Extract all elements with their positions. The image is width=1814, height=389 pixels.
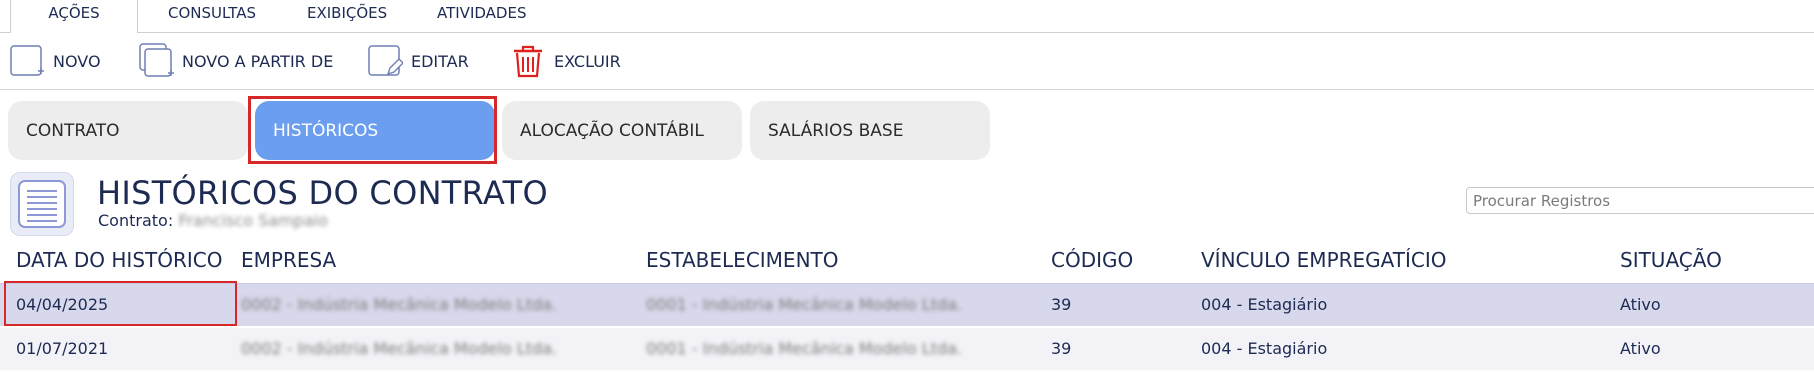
tab-consultas[interactable]: CONSULTAS (168, 0, 256, 32)
contract-subtitle: Contrato: Francisco Sampaio (98, 211, 328, 230)
cell-situacao: Ativo (1620, 339, 1661, 358)
column-header-vinculo-empregaticio[interactable]: VÍNCULO EMPREGATÍCIO (1201, 248, 1447, 272)
editar-button[interactable]: EDITAR (367, 41, 469, 81)
tab-atividades[interactable]: ATIVIDADES (437, 0, 526, 32)
novo-a-partir-de-label: NOVO A PARTIR DE (182, 51, 334, 71)
cell-empresa: 0002 - Indústria Mecânica Modelo Ltda. (241, 295, 558, 314)
novo-button[interactable]: NOVO (9, 41, 101, 81)
column-header-empresa[interactable]: EMPRESA (241, 248, 336, 272)
novo-a-partir-de-button[interactable]: NOVO A PARTIR DE (138, 41, 333, 81)
page-title: HISTÓRICOS DO CONTRATO (97, 174, 548, 212)
new-document-icon (10, 45, 44, 76)
column-header-data-do-historico[interactable]: DATA DO HISTÓRICO (16, 248, 222, 272)
cell-codigo: 39 (1051, 339, 1072, 358)
toolbar: NOVO NOVO A PARTIR DE EDITAR EXCLUIR (0, 33, 1814, 90)
document-list-icon (10, 172, 74, 236)
cell-codigo: 39 (1051, 295, 1072, 314)
table-row[interactable]: 01/07/2021 0002 - Indústria Mecânica Mod… (0, 328, 1814, 370)
contract-label: Contrato: (98, 211, 174, 230)
historicos-tab-highlight (248, 96, 497, 164)
cell-data-do-historico: 01/07/2021 (16, 339, 109, 358)
editar-label: EDITAR (411, 51, 469, 71)
cell-empresa: 0002 - Indústria Mecânica Modelo Ltda. (241, 339, 558, 358)
section-tab-contrato[interactable]: CONTRATO (8, 101, 248, 160)
cell-vinculo-empregaticio: 004 - Estagiário (1201, 295, 1328, 314)
table-row[interactable]: 04/04/2025 0002 - Indústria Mecânica Mod… (0, 283, 1814, 326)
copy-document-icon (139, 43, 174, 77)
cell-estabelecimento: 0001 - Indústria Mecânica Modelo Ltda. (646, 339, 963, 358)
menu-bar: AÇÕES CONSULTAS EXIBIÇÕES ATIVIDADES (0, 0, 1814, 33)
cell-estabelecimento: 0001 - Indústria Mecânica Modelo Ltda. (646, 295, 963, 314)
tab-exibicoes[interactable]: EXIBIÇÕES (307, 0, 387, 32)
novo-label: NOVO (53, 51, 101, 71)
section-tab-salarios-base[interactable]: SALÁRIOS BASE (750, 101, 990, 160)
column-header-estabelecimento[interactable]: ESTABELECIMENTO (646, 248, 839, 272)
section-tab-alocacao-contabil[interactable]: ALOCAÇÃO CONTÁBIL (502, 101, 742, 160)
column-header-codigo[interactable]: CÓDIGO (1051, 248, 1133, 272)
contract-name: Francisco Sampaio (178, 211, 328, 230)
date-cell-highlight (4, 281, 237, 326)
tab-acoes[interactable]: AÇÕES (10, 0, 138, 33)
excluir-label: EXCLUIR (554, 51, 621, 71)
column-header-situacao[interactable]: SITUAÇÃO (1620, 248, 1722, 272)
cell-vinculo-empregaticio: 004 - Estagiário (1201, 339, 1328, 358)
search-input[interactable] (1466, 187, 1814, 214)
edit-document-icon (368, 45, 403, 76)
excluir-button[interactable]: EXCLUIR (510, 41, 621, 81)
cell-situacao: Ativo (1620, 295, 1661, 314)
trash-icon (514, 45, 542, 78)
